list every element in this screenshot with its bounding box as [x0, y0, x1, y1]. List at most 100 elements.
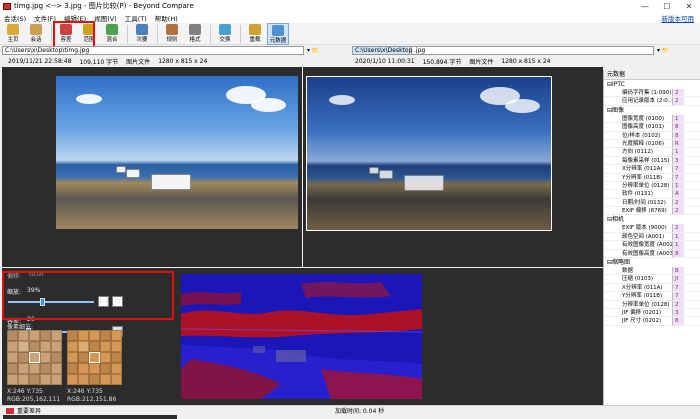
swap-button[interactable]: 交换: [214, 23, 236, 43]
metadata-row[interactable]: 数据 B: [604, 267, 700, 276]
right-pixel-rgb: RGB:212,151,86: [67, 396, 117, 403]
metadata-row[interactable]: 图像高度 (0101) 8: [604, 123, 700, 132]
metadata-group[interactable]: ⊟ IPTC: [604, 80, 700, 89]
metadata-name: 编码字符集 (1:090): [622, 90, 672, 96]
metadata-panel: 元数据 ⊟ IPTC 编码字符集 (1:090) 2 应用记录版本 (2:0… 2 ⊟ 图…: [603, 70, 700, 405]
metadata-group[interactable]: ⊟ 相机: [604, 215, 700, 224]
metadata-value: 3: [672, 156, 684, 165]
blend-button[interactable]: 混合: [101, 23, 123, 43]
metadata-value: 8: [672, 249, 684, 258]
left-type: 图片文件: [126, 58, 151, 66]
pixel-cell: [7, 352, 18, 363]
pixel-cell: [78, 363, 89, 374]
menu-tools[interactable]: 工具(T): [121, 13, 151, 23]
pixel-cell: [51, 341, 62, 352]
pixel-cell: [29, 352, 40, 363]
metadata-row[interactable]: 软件 (0131) A: [604, 190, 700, 199]
metadata-row[interactable]: 压缩 (0103) JI: [604, 275, 700, 284]
home-button[interactable]: 主页: [2, 23, 24, 43]
metadata-row[interactable]: 有效图像高度 (A003) 8: [604, 249, 700, 259]
metadata-group[interactable]: ⊟ 缩略图: [604, 258, 700, 267]
metadata-group-name: 图像: [612, 106, 625, 114]
close-button[interactable]: ✕: [678, 0, 700, 12]
metadata-row[interactable]: JIF 偏移 (0201) 3: [604, 308, 700, 318]
metadata-row[interactable]: 分辨率单位 (0128) 1: [604, 181, 700, 191]
pixel-cell: [67, 374, 78, 385]
menu-session[interactable]: 会话(S): [0, 13, 30, 23]
metadata-name: 分辨率单位 (0128): [622, 301, 670, 308]
right-path-rest[interactable]: .jpg: [412, 45, 654, 55]
left-image-pane[interactable]: [2, 67, 302, 267]
right-image-pane[interactable]: [303, 67, 603, 267]
swap-icon: [219, 24, 231, 35]
home-icon: [7, 24, 19, 35]
right-info-bar: 2020/1/10 11:00:31 150,894 字节 图片文件 1280 …: [355, 56, 550, 66]
metadata-row[interactable]: 图像宽度 (0100) 1: [604, 114, 700, 124]
pixel-cell: [67, 352, 78, 363]
metadata-value: 2: [672, 207, 684, 215]
right-pixel-zoom: [67, 330, 122, 385]
maximize-button[interactable]: ☐: [656, 0, 678, 12]
metadata-value: R: [672, 139, 684, 148]
rules-button[interactable]: 规则: [161, 23, 183, 43]
minor-button[interactable]: 次要: [131, 23, 153, 43]
left-browse-icon[interactable]: ▾ 📁: [307, 47, 319, 54]
minor-icon: [136, 24, 148, 35]
menu-help[interactable]: 帮助(H): [151, 13, 182, 23]
difference-image[interactable]: [181, 274, 422, 399]
new-version-link[interactable]: 新版本可用: [662, 13, 695, 23]
reload-button[interactable]: 重载: [244, 23, 266, 43]
left-size: 109,110 字节: [79, 58, 119, 66]
metadata-row[interactable]: JIF 尺寸 (0202) 8: [604, 317, 700, 326]
metadata-row[interactable]: 分辨率单位 (0128) 2: [604, 300, 700, 309]
metadata-row[interactable]: 应用记录版本 (2:0… 2: [604, 97, 700, 106]
pixel-cell: [67, 341, 78, 352]
pixel-cell: [7, 330, 18, 341]
metadata-row[interactable]: X分辨率 (011A) 7: [604, 165, 700, 174]
right-path-input[interactable]: C:\Users\x\Desktop\: [352, 45, 414, 55]
metadata-name: 每像素采样 (0115): [622, 157, 670, 164]
metadata-name: 有效图像高度 (A003): [622, 250, 672, 257]
metadata-group[interactable]: ⊟ 图像: [604, 106, 700, 115]
left-dims: 1280 x 815 x 24: [158, 57, 208, 65]
pixel-cell: [29, 363, 40, 374]
minimize-button[interactable]: —: [634, 0, 656, 12]
metadata-row[interactable]: Y分辨率 (011B) 7: [604, 173, 700, 182]
left-pixel-rgb: RGB:205,162,111: [7, 396, 61, 403]
left-path-input[interactable]: C:\Users\x\Desktop\timg.jpg: [2, 45, 304, 55]
metadata-row[interactable]: Y分辨率 (011B) 7: [604, 292, 700, 301]
metadata-row[interactable]: X分辨率 (011A) 7: [604, 283, 700, 293]
metadata-value: 7: [672, 165, 684, 173]
metadata-row[interactable]: EXIF 偏移 (8769) 2: [604, 207, 700, 216]
left-pixel-xy: X:246 Y:735: [7, 388, 43, 395]
toolbar-label: 次要: [136, 37, 148, 43]
metadata-row[interactable]: EXIF 版本 (9000) 2: [604, 224, 700, 233]
metadata-row[interactable]: 有效图像宽度 (A002) 1: [604, 241, 700, 250]
pixel-cell: [78, 330, 89, 341]
sessions-button[interactable]: 会话: [25, 23, 47, 43]
menu-bar: 会话(S) 文件(F) 编辑(E) 视图(V) 工具(T) 帮助(H): [0, 12, 700, 23]
format-button[interactable]: 格式: [184, 23, 206, 43]
metadata-value: 1: [672, 232, 684, 241]
blend-icon: [106, 24, 118, 35]
metadata-button[interactable]: 元数据: [267, 23, 289, 45]
app-icon: [3, 2, 11, 10]
metadata-row[interactable]: 位/样本 (0102) 8: [604, 131, 700, 140]
toolbar-separator: [240, 25, 241, 43]
right-browse-icon[interactable]: ▾ 📁: [657, 47, 669, 54]
metadata-row[interactable]: 每像素采样 (0115) 3: [604, 156, 700, 166]
toolbar-label: 混合: [106, 37, 118, 43]
metadata-row[interactable]: 光度解释 (0106) R: [604, 139, 700, 149]
metadata-value: 1: [672, 114, 684, 123]
metadata-row[interactable]: 日期/时间 (0132) 2: [604, 198, 700, 208]
pixel-cell: [89, 374, 100, 385]
metadata-name: 日期/时间 (0132): [622, 199, 666, 206]
metadata-row[interactable]: 方向 (0112) 1: [604, 148, 700, 157]
pixel-cell: [100, 341, 111, 352]
pixel-cell: [100, 352, 111, 363]
metadata-value: 8: [672, 317, 684, 325]
metadata-row[interactable]: 颜色空间 (A001) 1: [604, 232, 700, 242]
metadata-value: B: [672, 267, 684, 275]
pixel-cell: [111, 363, 122, 374]
metadata-row[interactable]: 编码字符集 (1:090) 2: [604, 89, 700, 98]
